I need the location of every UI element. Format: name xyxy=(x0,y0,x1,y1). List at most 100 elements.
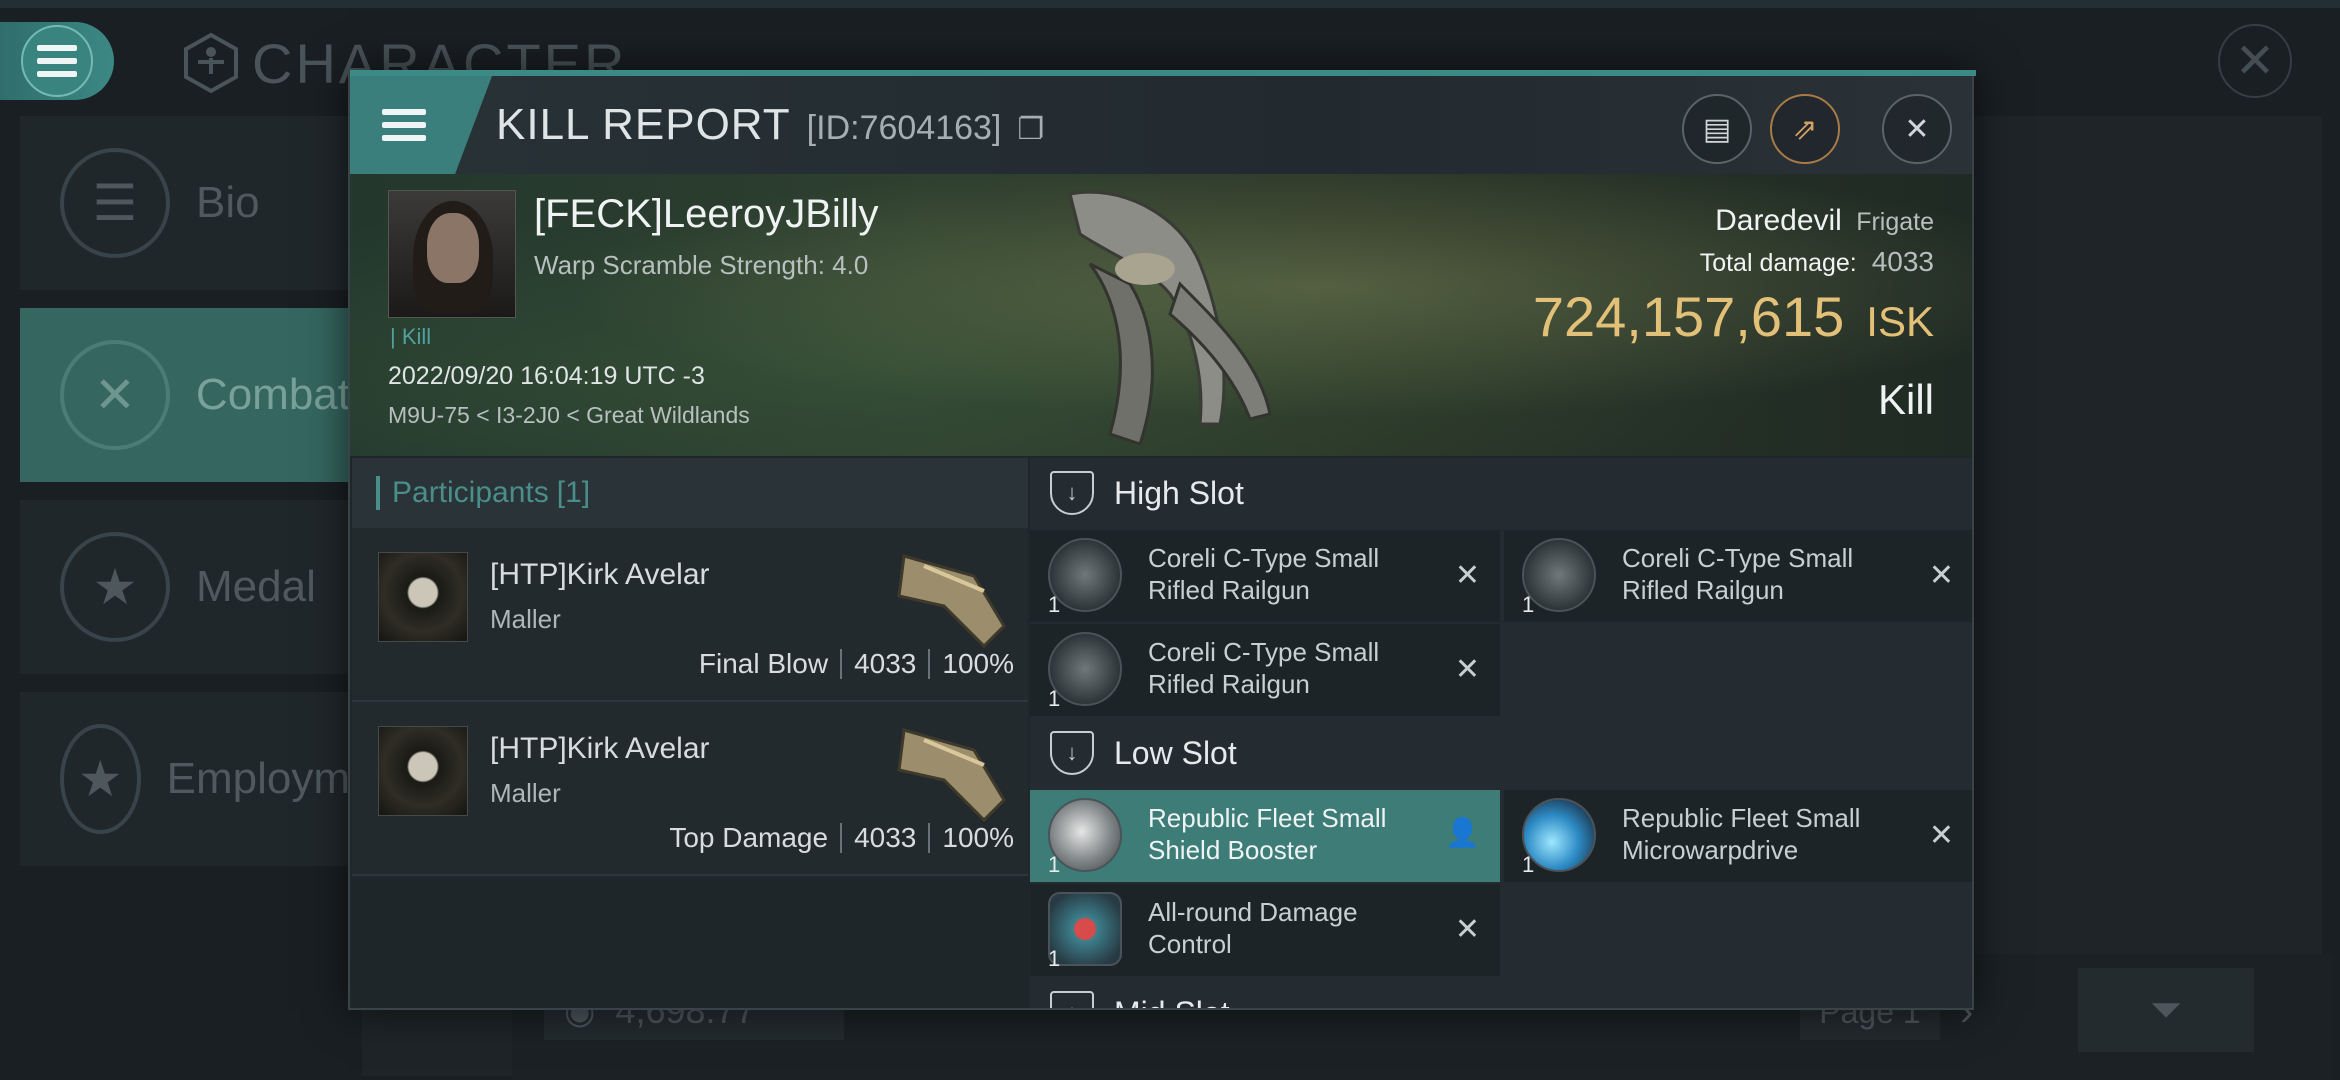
sidebar-item-label: Medal xyxy=(196,562,316,611)
module-name-line2: Microwarpdrive xyxy=(1622,835,1799,865)
module-qty: 1 xyxy=(1048,592,1061,617)
module-name: Coreli C-Type Small Rifled Railgun xyxy=(1622,542,1912,606)
sidebar-item-combat[interactable]: ✕ Combat xyxy=(20,308,350,484)
participant-ship: Maller xyxy=(490,778,561,808)
menu-ring xyxy=(21,25,93,97)
module-name-line1: All-round Damage xyxy=(1148,897,1358,927)
modal-menu-button[interactable] xyxy=(350,76,492,174)
participant-row[interactable]: [HTP]Kirk Avelar Maller Final Blow 4033 … xyxy=(352,528,1028,702)
module-name-line1: Republic Fleet Small xyxy=(1622,803,1861,833)
module-item[interactable]: 1 Coreli C-Type Small Rifled Railgun ✕ xyxy=(1504,530,1972,622)
module-name-line2: Shield Booster xyxy=(1148,835,1318,865)
filter-icon[interactable]: ⏷ xyxy=(2078,968,2254,1052)
sidebar-item-bio[interactable]: ☰ Bio xyxy=(20,116,350,292)
clipboard-icon: ▤ xyxy=(1702,112,1732,146)
mid-slot-header: ↓ Mid Slot xyxy=(1030,978,1972,1008)
victim-ship-image xyxy=(1068,190,1272,446)
top-strip xyxy=(0,0,2340,8)
module-name-line2: Control xyxy=(1148,929,1232,959)
isk-value: 724,157,615 ISK xyxy=(1533,284,1934,349)
victim-banner: [FECK]LeeroyJBilly Warp Scramble Strengt… xyxy=(350,174,1972,456)
participant-damage: 4033 xyxy=(854,648,917,679)
background-close-icon[interactable]: ✕ xyxy=(2218,24,2292,98)
module-item[interactable]: 1 Coreli C-Type Small Rifled Railgun ✕ xyxy=(1030,624,1500,716)
module-name: Republic Fleet Small Microwarpdrive xyxy=(1622,802,1912,866)
portrait-face xyxy=(427,213,479,283)
victim-pilot-name[interactable]: [FECK]LeeroyJBilly xyxy=(534,192,879,237)
destroyed-icon: ✕ xyxy=(1454,913,1480,946)
victim-portrait[interactable] xyxy=(388,190,516,318)
divider xyxy=(928,649,931,679)
header-bar xyxy=(376,476,380,510)
participant-role: Final Blow xyxy=(698,648,829,679)
participants-label: Participants xyxy=(392,476,549,509)
kill-result: Kill xyxy=(1877,376,1934,423)
high-slot-label: High Slot xyxy=(1114,474,1244,511)
character-hex-icon xyxy=(184,32,238,94)
high-slot-header: ↓ High Slot xyxy=(1030,458,1972,528)
fitting-panel: ↓ High Slot 1 Coreli C-Type Small Rifled… xyxy=(1030,458,1972,1008)
participant-ship-image xyxy=(897,728,1006,823)
module-name-line2: Rifled Railgun xyxy=(1148,575,1310,605)
hamburger-icon xyxy=(37,45,77,77)
warp-scramble-strength: Warp Scramble Strength: 4.0 xyxy=(534,250,869,280)
module-item[interactable]: 1 All-round Damage Control ✕ xyxy=(1030,884,1500,976)
star-badge-icon: ★ xyxy=(60,532,170,642)
sidebar-item-employment[interactable]: ★ Employm xyxy=(20,692,350,868)
module-item[interactable]: 1 Coreli C-Type Small Rifled Railgun ✕ xyxy=(1030,530,1500,622)
mid-slot-label: Mid Slot xyxy=(1114,995,1230,1009)
total-damage: Total damage: 4033 xyxy=(1700,246,1934,278)
module-qty: 1 xyxy=(1048,852,1061,877)
module-qty: 1 xyxy=(1048,686,1061,711)
kill-location: M9U-75 < I3-2J0 < Great Wildlands xyxy=(388,402,750,428)
module-name-line1: Coreli C-Type Small xyxy=(1622,543,1854,573)
destroyed-icon: ✕ xyxy=(1928,819,1954,852)
participant-ship-image xyxy=(897,554,1006,649)
participant-stats: Top Damage 4033 100% xyxy=(669,822,1014,854)
low-slot-label: Low Slot xyxy=(1114,734,1237,771)
mid-slot-icon: ↓ xyxy=(1050,991,1094,1008)
module-item[interactable]: 1 Republic Fleet Small Microwarpdrive ✕ xyxy=(1504,790,1972,882)
copy-id-icon[interactable]: ❐ xyxy=(1017,112,1044,147)
module-name: Coreli C-Type Small Rifled Railgun xyxy=(1148,542,1438,606)
divider xyxy=(928,823,931,853)
participant-percent: 100% xyxy=(942,822,1014,853)
kill-datetime: 2022/09/20 16:04:19 UTC -3 xyxy=(388,362,705,390)
victim-ship-name: Daredevil xyxy=(1715,204,1842,237)
close-button[interactable]: ✕ xyxy=(1882,94,1952,164)
sidebar-item-medal[interactable]: ★ Medal xyxy=(20,500,350,676)
module-name: Coreli C-Type Small Rifled Railgun xyxy=(1148,636,1438,700)
victim-ship: Daredevil Frigate xyxy=(1715,204,1934,238)
module-name: All-round Damage Control xyxy=(1148,896,1438,960)
participants-header: Participants [1] xyxy=(352,458,1028,528)
divider xyxy=(840,649,843,679)
kill-report-title: KILL REPORT xyxy=(496,100,791,149)
module-qty: 1 xyxy=(1048,946,1061,971)
total-damage-label: Total damage: xyxy=(1699,249,1857,277)
clipboard-button[interactable]: ▤ xyxy=(1682,94,1752,164)
participant-role: Top Damage xyxy=(669,822,829,853)
destroyed-icon: ✕ xyxy=(1928,559,1954,592)
dropped-person-icon: 👤 xyxy=(1445,817,1480,848)
destroyed-icon: ✕ xyxy=(1454,653,1480,686)
kill-report-modal: KILL REPORT [ID:7604163] ❐ ▤ ⇗ ✕ [FECK]L… xyxy=(348,70,1976,1010)
participant-name[interactable]: [HTP]Kirk Avelar xyxy=(490,732,710,766)
module-name-line1: Republic Fleet Small xyxy=(1148,803,1387,833)
participant-row[interactable]: [HTP]Kirk Avelar Maller Top Damage 4033 … xyxy=(352,702,1028,876)
share-button[interactable]: ⇗ xyxy=(1770,94,1840,164)
participant-avatar[interactable] xyxy=(378,726,468,816)
participant-stats: Final Blow 4033 100% xyxy=(699,648,1014,680)
main-menu-button[interactable] xyxy=(0,22,114,100)
module-name-line2: Rifled Railgun xyxy=(1622,575,1784,605)
module-qty: 1 xyxy=(1522,852,1535,877)
kill-tag: | Kill xyxy=(390,324,432,349)
report-id: [ID:7604163] xyxy=(806,109,1002,147)
share-icon: ⇗ xyxy=(1792,112,1818,146)
participant-avatar[interactable] xyxy=(378,552,468,642)
participant-name[interactable]: [HTP]Kirk Avelar xyxy=(490,558,710,592)
list-icon: ☰ xyxy=(60,148,170,258)
participants-count: [1] xyxy=(556,476,591,509)
isk-unit: ISK xyxy=(1866,298,1934,345)
module-item[interactable]: 1 Republic Fleet Small Shield Booster 👤 xyxy=(1030,790,1500,882)
sidebar-item-label: Bio xyxy=(196,178,260,227)
